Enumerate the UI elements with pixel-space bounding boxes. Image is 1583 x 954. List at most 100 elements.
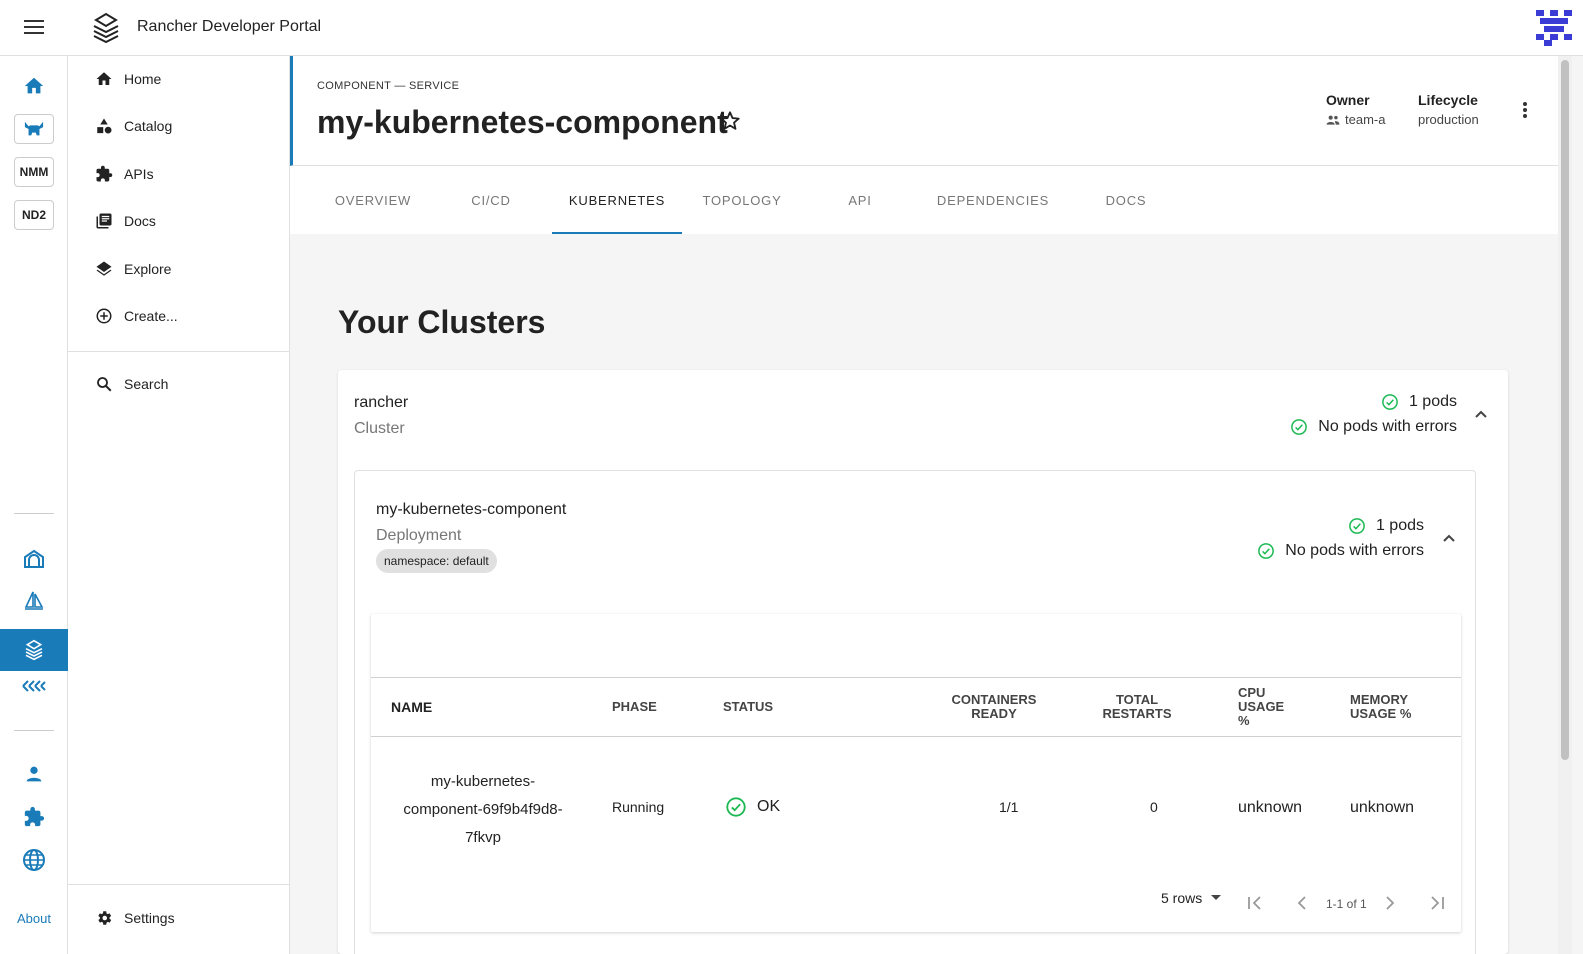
rail-user-icon[interactable] bbox=[14, 759, 54, 789]
sidebar-item-label: Home bbox=[124, 71, 162, 87]
home-icon bbox=[94, 69, 114, 89]
rail-globe-icon[interactable] bbox=[14, 845, 54, 875]
dropdown-arrow-icon bbox=[1211, 895, 1222, 900]
pod-total-restarts-cell: 0 bbox=[1150, 799, 1158, 815]
page-scrollbar[interactable] bbox=[1558, 56, 1572, 954]
sidebar-item-home[interactable]: Home bbox=[68, 59, 289, 99]
sidebar-item-label: Docs bbox=[124, 213, 156, 229]
column-header-cpu-usage[interactable]: CPU USAGE % bbox=[1238, 686, 1284, 728]
sidebar-item-docs[interactable]: Docs bbox=[68, 201, 289, 241]
about-link[interactable]: About bbox=[0, 911, 68, 926]
entity-header: COMPONENT — SERVICE my-kubernetes-compon… bbox=[290, 56, 1558, 166]
tab-kubernetes[interactable]: KUBERNETES bbox=[552, 166, 682, 234]
header-line: READY bbox=[971, 706, 1017, 721]
header-line: CPU bbox=[1238, 685, 1266, 700]
column-header-memory-usage[interactable]: MEMORY USAGE % bbox=[1350, 693, 1411, 721]
check-circle-icon bbox=[1349, 518, 1365, 534]
pagination-range: 1-1 of 1 bbox=[1326, 897, 1367, 911]
pod-containers-ready-cell: 1/1 bbox=[999, 799, 1019, 815]
tab-docs[interactable]: DOCS bbox=[1096, 166, 1156, 234]
deployment-errors-text: No pods with errors bbox=[1285, 542, 1424, 559]
sidebar-item-search[interactable]: Search bbox=[68, 364, 289, 404]
column-header-phase[interactable]: PHASE bbox=[612, 700, 657, 714]
sidebar-item-apis[interactable]: APIs bbox=[68, 154, 289, 194]
rail-fleet-icon[interactable] bbox=[14, 671, 54, 701]
entity-kind: COMPONENT — SERVICE bbox=[317, 80, 460, 92]
sidebar-item-label: Explore bbox=[124, 261, 172, 277]
catalog-icon bbox=[94, 116, 114, 136]
rail-divider bbox=[14, 513, 54, 514]
cluster-card: rancher Cluster 1 pods No pods with erro… bbox=[338, 370, 1508, 954]
chevron-up-icon[interactable] bbox=[1442, 533, 1456, 543]
column-header-name[interactable]: NAME bbox=[391, 700, 432, 714]
column-header-total-restarts[interactable]: TOTAL RESTARTS bbox=[1091, 693, 1183, 721]
sidebar-item-label: APIs bbox=[124, 166, 154, 182]
tab-cicd[interactable]: CI/CD bbox=[458, 166, 524, 234]
sidebar-item-catalog[interactable]: Catalog bbox=[68, 106, 289, 146]
next-page-icon[interactable] bbox=[1384, 896, 1396, 910]
star-icon[interactable] bbox=[719, 110, 741, 132]
owner-link[interactable]: team-a bbox=[1345, 112, 1385, 127]
first-page-icon[interactable] bbox=[1247, 896, 1263, 910]
previous-page-icon[interactable] bbox=[1296, 896, 1308, 910]
puzzle-icon bbox=[94, 164, 114, 184]
nav-divider bbox=[68, 351, 289, 352]
deployment-pods-count: 1 pods bbox=[1375, 517, 1424, 534]
header-line: TOTAL bbox=[1115, 692, 1159, 707]
pod-status-text: OK bbox=[757, 798, 781, 815]
header-line: USAGE bbox=[1238, 699, 1285, 714]
rail-dashboard-icon[interactable] bbox=[14, 543, 54, 573]
tab-overview[interactable]: OVERVIEW bbox=[328, 166, 418, 234]
pod-name-cell: my-kubernetes- component-69f9b4f9d8- 7fk… bbox=[393, 768, 573, 852]
app-rail: NMM ND2 About bbox=[0, 56, 68, 954]
sidebar-item-settings[interactable]: Settings bbox=[68, 898, 289, 938]
tab-dependencies[interactable]: DEPENDENCIES bbox=[930, 166, 1056, 234]
check-circle-icon bbox=[726, 797, 746, 817]
header-line: USAGE % bbox=[1350, 706, 1412, 721]
pod-phase-cell: Running bbox=[612, 799, 665, 815]
pod-name-line: 7fkvp bbox=[465, 829, 501, 846]
cluster-errors-text: No pods with errors bbox=[1318, 418, 1457, 435]
header-line: % bbox=[1238, 713, 1250, 728]
sidebar-item-label: Create... bbox=[124, 308, 178, 324]
rancher-logo bbox=[93, 12, 119, 44]
user-avatar[interactable] bbox=[1536, 10, 1572, 46]
tab-topology[interactable]: TOPOLOGY bbox=[694, 166, 790, 234]
rail-home-icon[interactable] bbox=[14, 71, 54, 101]
last-page-icon[interactable] bbox=[1429, 896, 1445, 910]
sidebar-item-explore[interactable]: Explore bbox=[68, 249, 289, 289]
tab-api[interactable]: API bbox=[830, 166, 890, 234]
pod-status-cell: OK bbox=[725, 796, 780, 818]
sidebar-item-create[interactable]: Create... bbox=[68, 296, 289, 336]
scrollbar-thumb[interactable] bbox=[1561, 60, 1569, 760]
rail-nd2-button[interactable]: ND2 bbox=[14, 200, 54, 230]
rail-plugin-icon[interactable] bbox=[14, 802, 54, 832]
owner-label: Owner bbox=[1326, 92, 1370, 108]
rows-per-page-value: 5 rows bbox=[1161, 890, 1203, 906]
sidebar-nav: Home Catalog APIs Docs Explore Create...… bbox=[68, 56, 290, 954]
column-header-containers-ready[interactable]: CONTAINERS READY bbox=[939, 693, 1049, 721]
more-options-icon[interactable] bbox=[1520, 100, 1530, 120]
deployment-name: my-kubernetes-component bbox=[376, 501, 567, 518]
cluster-errors-status: No pods with errors bbox=[1290, 418, 1457, 436]
chevron-up-icon[interactable] bbox=[1474, 409, 1488, 419]
check-circle-icon bbox=[1382, 394, 1398, 410]
rail-rancher-icon[interactable] bbox=[0, 629, 68, 671]
check-circle-icon bbox=[1291, 419, 1308, 435]
rows-per-page-select[interactable]: 5 rows bbox=[1161, 890, 1222, 906]
rail-nmm-button[interactable]: NMM bbox=[14, 157, 54, 187]
search-icon bbox=[94, 374, 114, 394]
column-header-status[interactable]: STATUS bbox=[723, 700, 773, 714]
pod-memory-usage-cell: unknown bbox=[1350, 799, 1415, 816]
deployment-card: my-kubernetes-component Deployment names… bbox=[354, 470, 1476, 954]
docs-icon bbox=[94, 211, 114, 231]
deployment-subtitle: Deployment bbox=[376, 527, 462, 544]
nav-divider bbox=[68, 884, 289, 885]
deployment-errors-status: No pods with errors bbox=[1257, 542, 1424, 560]
gear-icon bbox=[94, 908, 114, 928]
menu-icon[interactable] bbox=[20, 16, 48, 40]
section-title: Your Clusters bbox=[338, 304, 546, 340]
rail-sailboat-icon[interactable] bbox=[14, 586, 54, 616]
pod-cpu-usage-cell: unknown bbox=[1238, 799, 1303, 816]
rail-bull-icon[interactable] bbox=[14, 114, 54, 144]
